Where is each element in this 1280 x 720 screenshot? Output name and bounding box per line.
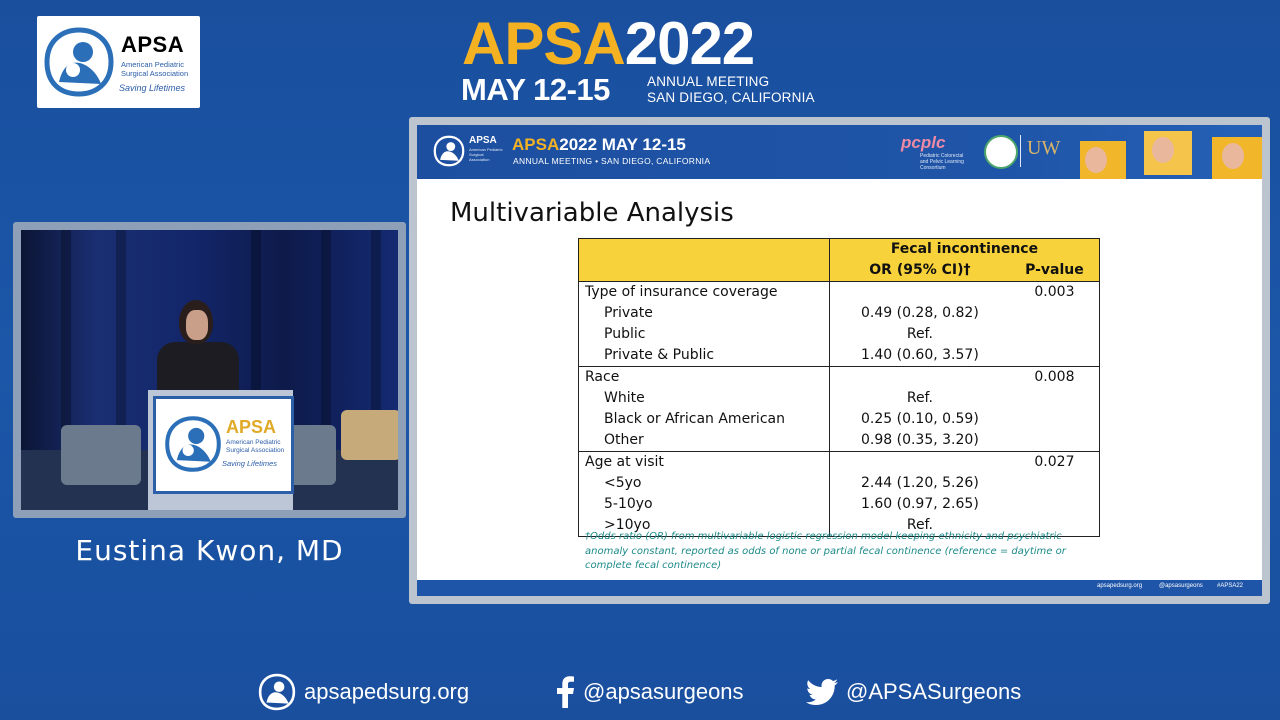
apsa-logo-card: APSA American Pediatric Surgical Associa… bbox=[37, 16, 200, 108]
conference-dates: MAY 12-15 bbox=[461, 72, 610, 107]
table-row: <5yo 2.44 (1.20, 5.26) bbox=[578, 473, 1100, 494]
partner-circle-logo-icon bbox=[984, 135, 1018, 169]
table-row: Public Ref. bbox=[578, 324, 1100, 345]
speaker-video[interactable]: APSA American Pediatric Surgical Associa… bbox=[21, 230, 398, 510]
table-header-group: Fecal incontinence bbox=[890, 241, 1039, 257]
presentation-slide[interactable]: APSA American Pediatric Surgical Associa… bbox=[417, 125, 1262, 596]
pcplc-logo: pcplc bbox=[901, 133, 946, 152]
apsa-small-logo-icon bbox=[433, 135, 465, 167]
table-header-pvalue: P-value bbox=[1025, 262, 1084, 278]
table-footnote: †Odds ratio (OR) from multivariable logi… bbox=[585, 531, 1066, 571]
speaker-video-frame: APSA American Pediatric Surgical Associa… bbox=[13, 222, 406, 518]
table-row: Other 0.98 (0.35, 3.20) bbox=[578, 430, 1100, 452]
table-row: Private 0.49 (0.28, 0.82) bbox=[578, 303, 1100, 324]
slide-footer: apsapedsurg.org @apsasurgeons #APSA22 bbox=[417, 580, 1262, 596]
table-row: Private & Public 1.40 (0.60, 3.57) bbox=[578, 345, 1100, 367]
table-header-or: OR (95% CI)† bbox=[869, 262, 971, 278]
speaker-name: Eustina Kwon, MD bbox=[75, 534, 344, 567]
facebook-icon bbox=[557, 676, 574, 708]
twitter-link[interactable]: @APSASurgeons bbox=[806, 674, 1021, 710]
apsa-logo-subtitle: American Pediatric Surgical Association bbox=[121, 60, 189, 78]
uw-logo: UW bbox=[1027, 137, 1061, 159]
table-row: White Ref. bbox=[578, 388, 1100, 409]
website-text: apsapedsurg.org bbox=[304, 679, 470, 704]
facebook-link[interactable]: @apsasurgeons bbox=[555, 674, 744, 710]
website-link[interactable]: apsapedsurg.org bbox=[258, 673, 470, 711]
twitter-handle: @APSASurgeons bbox=[846, 679, 1022, 704]
multivariable-table: Fecal incontinence OR (95% CI)† P-value … bbox=[578, 238, 1100, 537]
table-row: Race 0.008 bbox=[578, 366, 1100, 388]
facebook-handle: @apsasurgeons bbox=[583, 679, 744, 704]
table-row: Black or African American 0.25 (0.10, 0.… bbox=[578, 409, 1100, 430]
apsa-podium-logo-icon bbox=[165, 416, 221, 472]
slide-frame: APSA American Pediatric Surgical Associa… bbox=[409, 117, 1270, 604]
table-row: Type of insurance coverage 0.003 bbox=[578, 281, 1100, 303]
slide-banner: APSA American Pediatric Surgical Associa… bbox=[417, 125, 1262, 179]
conference-meeting-info: ANNUAL MEETING SAN DIEGO, CALIFORNIA bbox=[647, 74, 815, 105]
slide-banner-meeting: ANNUAL MEETING • SAN DIEGO, CALIFORNIA bbox=[513, 156, 711, 166]
apsa-small-logo-icon bbox=[258, 673, 296, 711]
child-photo-3 bbox=[1222, 143, 1244, 169]
apsa-logo-text: APSA bbox=[121, 32, 185, 57]
child-photo-1 bbox=[1085, 147, 1107, 173]
podium-logo: APSA American Pediatric Surgical Associa… bbox=[153, 396, 294, 494]
slide-banner-title: APSA2022 MAY 12-15 bbox=[512, 135, 686, 154]
table-row: Age at visit 0.027 bbox=[578, 451, 1100, 473]
twitter-icon bbox=[806, 679, 838, 705]
slide-heading: Multivariable Analysis bbox=[450, 198, 734, 228]
table-row: 5-10yo 1.60 (0.97, 2.65) bbox=[578, 494, 1100, 515]
apsa-logo-icon bbox=[44, 27, 114, 97]
apsa-logo-tagline: Saving Lifetimes bbox=[119, 83, 186, 93]
child-photo-2 bbox=[1152, 137, 1174, 163]
conference-title: APSA2022 bbox=[462, 10, 755, 77]
